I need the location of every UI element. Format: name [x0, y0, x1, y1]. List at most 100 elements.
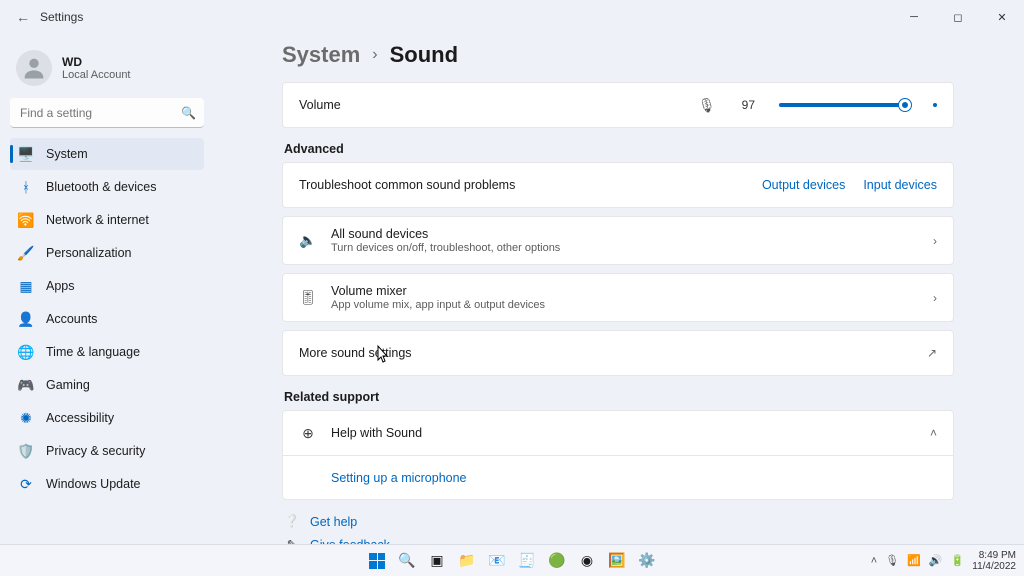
- volume-mixer-title: Volume mixer: [331, 284, 933, 298]
- open-external-icon: ↗: [927, 346, 937, 360]
- volume-card: Volume 🎙 97: [282, 82, 954, 128]
- nav-icon: 🛡️: [18, 443, 34, 459]
- nav-label: Personalization: [46, 246, 131, 260]
- mail-icon[interactable]: 📧: [485, 549, 509, 573]
- photos-icon[interactable]: 🖼️: [605, 549, 629, 573]
- sidebar-item-network-internet[interactable]: 🛜 Network & internet: [10, 204, 204, 236]
- tray-battery-icon[interactable]: 🔋: [951, 554, 965, 567]
- sidebar-item-time-language[interactable]: 🌐 Time & language: [10, 336, 204, 368]
- all-sound-devices-card[interactable]: 🔈 All sound devices Turn devices on/off,…: [282, 216, 954, 265]
- volume-row: Volume 🎙 97: [283, 83, 953, 127]
- sidebar-item-windows-update[interactable]: ⟳Windows Update: [10, 468, 204, 500]
- nav-label: Accessibility: [46, 411, 114, 425]
- search-icon: 🔍: [181, 106, 196, 120]
- tray-wifi-icon[interactable]: 📶: [907, 554, 921, 567]
- more-sound-settings-card[interactable]: More sound settings ↗: [282, 330, 954, 376]
- breadcrumb-parent[interactable]: System: [282, 42, 360, 68]
- search-field[interactable]: 🔍: [10, 98, 204, 128]
- edge-icon[interactable]: 🟢: [545, 549, 569, 573]
- more-sound-settings-title: More sound settings: [299, 346, 927, 360]
- volume-label: Volume: [299, 98, 698, 112]
- give-feedback-link[interactable]: ✎ Give feedback: [282, 533, 954, 544]
- nav-icon: 🛜: [18, 212, 34, 228]
- footer-links: ❔ Get help ✎ Give feedback: [282, 510, 954, 544]
- file-explorer-icon[interactable]: 📁: [455, 549, 479, 573]
- nav-label: System: [46, 147, 88, 161]
- search-input[interactable]: [10, 98, 204, 128]
- minimize-button[interactable]: ─: [892, 0, 936, 34]
- output-devices-link[interactable]: Output devices: [762, 178, 845, 192]
- tray-chevron-icon[interactable]: ˄: [871, 555, 877, 567]
- nav-icon: ▦: [18, 278, 34, 294]
- chevron-right-icon: ›: [933, 291, 937, 305]
- user-card[interactable]: WD Local Account: [10, 40, 204, 98]
- sidebar-item-personalization[interactable]: 🖌️ Personalization: [10, 237, 204, 269]
- sidebar-item-gaming[interactable]: 🎮Gaming: [10, 369, 204, 401]
- feedback-icon: ✎: [284, 537, 300, 544]
- user-name: WD: [62, 55, 131, 69]
- all-sound-devices-sub: Turn devices on/off, troubleshoot, other…: [331, 242, 933, 254]
- task-view-icon[interactable]: ▣: [425, 549, 449, 573]
- chevron-up-icon: ˄: [930, 426, 937, 440]
- all-sound-devices-title: All sound devices: [331, 227, 933, 241]
- input-devices-link[interactable]: Input devices: [863, 178, 937, 192]
- help-with-sound-row[interactable]: ⊕ Help with Sound ˄: [283, 411, 953, 455]
- avatar-icon: [16, 50, 52, 86]
- sidebar-item-accounts[interactable]: 👤Accounts: [10, 303, 204, 335]
- sidebar-item-privacy-security[interactable]: 🛡️ Privacy & security: [10, 435, 204, 467]
- chevron-right-icon: ›: [372, 46, 377, 64]
- main-content: System › Sound Volume 🎙 97: [212, 34, 1024, 544]
- taskbar-clock[interactable]: 8:49 PM 11/4/2022: [972, 550, 1016, 572]
- back-button[interactable]: ←: [8, 9, 38, 25]
- nav-label: Bluetooth & devices: [46, 180, 157, 194]
- section-related: Related support: [284, 390, 954, 404]
- tray-mic-icon[interactable]: 🎙: [885, 554, 899, 567]
- volume-mixer-sub: App volume mix, app input & output devic…: [331, 299, 933, 311]
- sidebar-item-apps[interactable]: ▦Apps: [10, 270, 204, 302]
- nav-icon: ✺: [18, 410, 34, 426]
- settings-icon[interactable]: ⚙️: [635, 549, 659, 573]
- store-icon[interactable]: 🧾: [515, 549, 539, 573]
- nav-icon: 🖥️: [18, 146, 34, 162]
- volume-mixer-card[interactable]: 🎚 Volume mixer App volume mix, app input…: [282, 273, 954, 322]
- globe-icon: ⊕: [299, 425, 317, 442]
- breadcrumb-current: Sound: [390, 42, 458, 68]
- system-tray[interactable]: ˄ 🎙 📶 🔊 🔋 8:49 PM 11/4/2022: [871, 550, 1016, 572]
- volume-slider[interactable]: [779, 103, 909, 107]
- taskbar-center: 🔍 ▣ 📁 📧 🧾 🟢 ◉ 🖼️ ⚙️: [365, 549, 659, 573]
- sidebar-item-system[interactable]: 🖥️ System: [10, 138, 204, 170]
- nav-icon: ᚼ: [18, 179, 34, 195]
- mic-setup-link[interactable]: Setting up a microphone: [331, 471, 937, 485]
- troubleshoot-card: Troubleshoot common sound problems Outpu…: [282, 162, 954, 208]
- mixer-icon: 🎚: [299, 289, 317, 306]
- nav-label: Privacy & security: [46, 444, 145, 458]
- maximize-button[interactable]: ◻: [936, 0, 980, 34]
- nav-list: 🖥️ System ᚼ Bluetooth & devices 🛜 Network & i…: [10, 138, 204, 500]
- nav-icon: 🖌️: [18, 245, 34, 261]
- help-with-sound-card: ⊕ Help with Sound ˄ Setting up a microph…: [282, 410, 954, 500]
- speaker-icon: 🔈: [299, 232, 317, 249]
- microphone-icon[interactable]: 🎙: [698, 97, 716, 114]
- get-help-link[interactable]: ❔ Get help: [282, 510, 954, 533]
- chevron-right-icon: ›: [933, 234, 937, 248]
- chrome-icon[interactable]: ◉: [575, 549, 599, 573]
- breadcrumb: System › Sound: [282, 42, 954, 68]
- taskbar-search-icon[interactable]: 🔍: [395, 549, 419, 573]
- slider-end-dot: [933, 103, 937, 107]
- sidebar-item-accessibility[interactable]: ✺ Accessibility: [10, 402, 204, 434]
- titlebar: ← Settings ─ ◻ ✕: [0, 0, 1024, 34]
- window-title: Settings: [40, 10, 83, 24]
- close-button[interactable]: ✕: [980, 0, 1024, 34]
- sidebar-item-bluetooth-devices[interactable]: ᚼ Bluetooth & devices: [10, 171, 204, 203]
- nav-icon: 🎮: [18, 377, 34, 393]
- troubleshoot-title: Troubleshoot common sound problems: [299, 178, 762, 192]
- start-button[interactable]: [365, 549, 389, 573]
- section-advanced: Advanced: [284, 142, 954, 156]
- nav-label: Network & internet: [46, 213, 149, 227]
- help-icon: ❔: [284, 514, 300, 529]
- help-with-sound-title: Help with Sound: [331, 426, 930, 440]
- mic-setup-row[interactable]: Setting up a microphone: [283, 455, 953, 499]
- tray-volume-icon[interactable]: 🔊: [929, 554, 943, 567]
- nav-icon: 🌐: [18, 344, 34, 360]
- nav-label: Time & language: [46, 345, 140, 359]
